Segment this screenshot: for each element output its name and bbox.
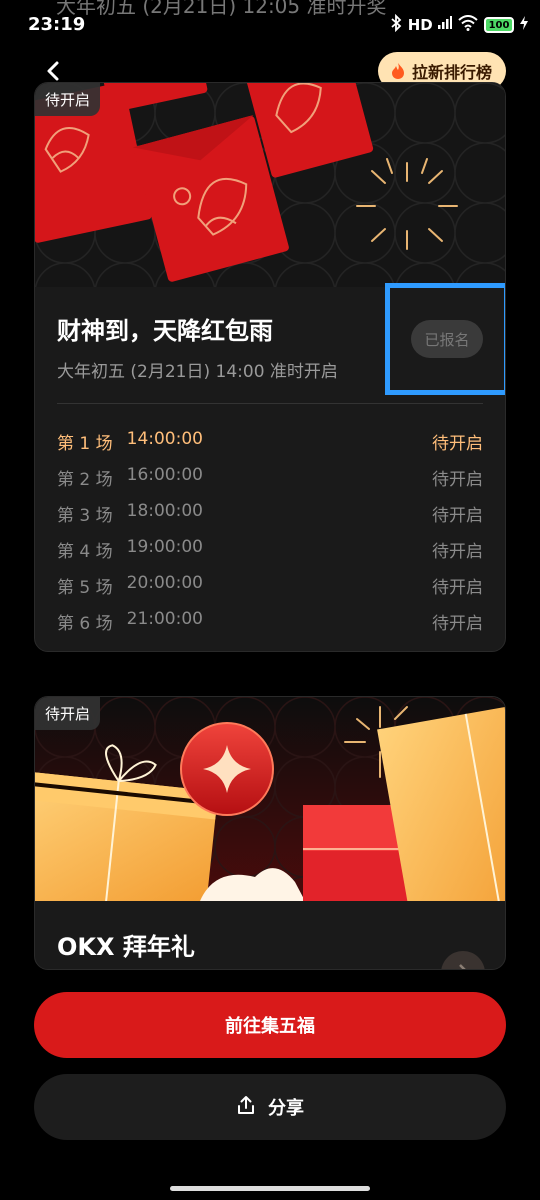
charging-icon [520, 16, 528, 34]
round-row: 第 5 场 20:00:00 待开启 [57, 567, 483, 603]
battery-icon: 100 [484, 17, 514, 33]
gift-box-illustration [35, 697, 505, 901]
round-name: 第 2 场 [57, 469, 113, 490]
new-year-gift-card[interactable]: 待开启 OKX 拜年礼 [34, 696, 506, 970]
register-highlight: 已报名 [385, 283, 505, 395]
status-time: 23:19 [28, 14, 86, 35]
round-row: 第 1 场 14:00:00 待开启 [57, 423, 483, 459]
round-name: 第 4 场 [57, 541, 113, 562]
round-time: 21:00:00 [126, 608, 203, 629]
round-time: 16:00:00 [126, 464, 203, 485]
round-row: 第 3 场 18:00:00 待开启 [57, 495, 483, 531]
flame-icon [391, 63, 404, 79]
chevron-right-icon [458, 963, 468, 969]
divider [57, 403, 483, 404]
background-overlay-text: 大年初五 (2月21日) 12:05 准时开奖 [56, 0, 387, 18]
status-bar: 大年初五 (2月21日) 12:05 准时开奖 23:19 HD 100 [0, 0, 540, 40]
card2-banner: 待开启 [35, 697, 505, 901]
round-list: 第 1 场 14:00:00 待开启 第 2 场 16:00:00 待开启 第 3 … [57, 423, 483, 639]
round-time: 20:00:00 [126, 572, 203, 593]
status-icons: HD 100 [390, 13, 528, 36]
status-tag: 待开启 [35, 83, 101, 116]
round-status: 待开启 [432, 433, 483, 454]
round-name: 第 5 场 [57, 577, 113, 598]
share-icon [236, 1095, 256, 1120]
card2-arrow-button[interactable] [441, 951, 485, 969]
registered-button[interactable]: 已报名 [411, 320, 483, 358]
share-button[interactable]: 分享 [34, 1074, 506, 1140]
wifi-icon [458, 15, 478, 35]
round-row: 第 2 场 16:00:00 待开启 [57, 459, 483, 495]
round-name: 第 1 场 [57, 433, 113, 454]
round-status: 待开启 [432, 541, 483, 562]
round-time: 18:00:00 [126, 500, 203, 521]
hd-label: HD [407, 16, 433, 34]
round-status: 待开启 [432, 577, 483, 598]
round-status: 待开启 [432, 505, 483, 526]
round-time: 14:00:00 [126, 428, 203, 449]
card1-title: 财神到，天降红包雨 [57, 317, 273, 345]
red-envelope-illustration [35, 83, 505, 287]
status-tag: 待开启 [35, 697, 101, 730]
card1-banner: 待开启 [35, 83, 505, 287]
round-status: 待开启 [432, 613, 483, 634]
signal-hd-icon: HD [408, 16, 452, 34]
chevron-left-icon [47, 61, 59, 81]
bluetooth-icon [390, 13, 402, 36]
round-row: 第 6 场 21:00:00 待开启 [57, 603, 483, 639]
card1-subtitle: 大年初五 (2月21日) 14:00 准时开启 [57, 362, 338, 382]
red-envelope-rain-card[interactable]: 待开启 财神到，天降红包雨 大年初五 (2月21日) 14:00 准时开启 已报… [34, 82, 506, 652]
round-name: 第 6 场 [57, 613, 113, 634]
round-name: 第 3 场 [57, 505, 113, 526]
share-label: 分享 [268, 1098, 304, 1119]
card2-title: OKX 拜年礼 [57, 933, 195, 961]
leaderboard-label: 拉新排行榜 [411, 63, 492, 82]
collect-five-blessings-button[interactable]: 前往集五福 [34, 992, 506, 1058]
home-indicator[interactable] [170, 1186, 370, 1191]
round-status: 待开启 [432, 469, 483, 490]
round-time: 19:00:00 [126, 536, 203, 557]
round-row: 第 4 场 19:00:00 待开启 [57, 531, 483, 567]
